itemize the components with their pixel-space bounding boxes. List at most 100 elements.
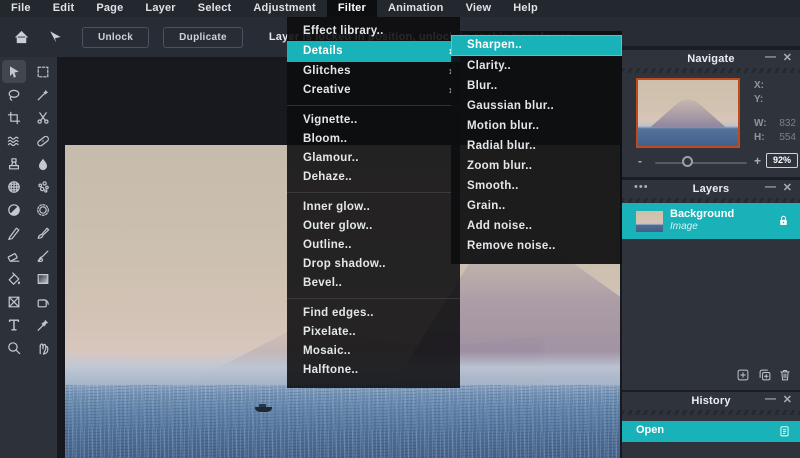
filter-item-glamour[interactable]: Glamour.. xyxy=(287,149,460,168)
navigate-thumbnail[interactable] xyxy=(636,78,740,148)
zoom-level-value[interactable]: 92% xyxy=(766,153,798,168)
tool-hand[interactable] xyxy=(31,336,55,359)
tool-temperature[interactable] xyxy=(31,198,55,221)
tool-liquify[interactable] xyxy=(2,129,26,152)
filter-item-effect-library[interactable]: Effect library.. xyxy=(287,22,460,41)
submenu-item-gaussian-blur[interactable]: Gaussian blur.. xyxy=(451,96,622,116)
tool-crop[interactable] xyxy=(2,106,26,129)
submenu-item-add-noise[interactable]: Add noise.. xyxy=(451,216,622,236)
home-icon[interactable] xyxy=(8,24,34,50)
history-entry-open[interactable]: Open xyxy=(622,421,800,442)
filter-item-pixelate[interactable]: Pixelate.. xyxy=(287,323,460,342)
pointer-icon[interactable] xyxy=(42,24,68,50)
filter-item-bloom[interactable]: Bloom.. xyxy=(287,130,460,149)
navigate-info: X: Y: W:832 H:554 xyxy=(754,80,796,146)
menu-help[interactable]: Help xyxy=(502,0,549,17)
minimize-icon[interactable]: — xyxy=(765,51,776,63)
menu-item-label: Glitches xyxy=(303,65,351,77)
tool-gradient[interactable] xyxy=(31,267,55,290)
zoom-in-button[interactable]: + xyxy=(754,154,761,168)
lasso-icon xyxy=(6,87,22,103)
filter-item-dehaze[interactable]: Dehaze.. xyxy=(287,168,460,187)
filter-item-mosaic[interactable]: Mosaic.. xyxy=(287,342,460,361)
tool-eraser[interactable] xyxy=(2,244,26,267)
tool-picker[interactable] xyxy=(31,313,55,336)
tool-text[interactable] xyxy=(2,313,26,336)
tool-blur[interactable] xyxy=(31,152,55,175)
layers-action-bar xyxy=(622,365,800,387)
eraser-icon xyxy=(6,248,22,264)
tool-disperse[interactable] xyxy=(31,175,55,198)
menu-edit[interactable]: Edit xyxy=(42,0,86,17)
zoom-slider-knob[interactable] xyxy=(682,156,693,167)
submenu-item-zoom-blur[interactable]: Zoom blur.. xyxy=(451,156,622,176)
tool-heal[interactable] xyxy=(31,129,55,152)
filter-item-find-edges[interactable]: Find edges.. xyxy=(287,304,460,323)
add-layer-icon[interactable] xyxy=(736,368,750,387)
tool-brush[interactable] xyxy=(31,244,55,267)
close-icon[interactable]: ✕ xyxy=(783,181,792,194)
filter-item-bevel[interactable]: Bevel.. xyxy=(287,274,460,293)
minimize-icon[interactable]: — xyxy=(765,393,776,405)
close-icon[interactable]: ✕ xyxy=(783,393,792,406)
eyedropper-icon xyxy=(35,317,51,333)
tool-arrange[interactable] xyxy=(2,60,26,83)
lock-icon[interactable] xyxy=(777,213,790,233)
tool-detail[interactable] xyxy=(2,175,26,198)
tool-lasso[interactable] xyxy=(2,83,26,106)
gradient-icon xyxy=(35,271,51,287)
filter-item-outer-glow[interactable]: Outer glow.. xyxy=(287,217,460,236)
zoom-slider-track[interactable] xyxy=(655,162,747,164)
filter-item-outline[interactable]: Outline.. xyxy=(287,236,460,255)
layer-row-background[interactable]: Background Image xyxy=(622,203,800,239)
filter-item-halftone[interactable]: Halftone.. xyxy=(287,361,460,380)
menu-page[interactable]: Page xyxy=(85,0,134,17)
menu-select[interactable]: Select xyxy=(187,0,243,17)
tool-dodge-burn[interactable] xyxy=(2,198,26,221)
submenu-item-remove-noise[interactable]: Remove noise.. xyxy=(451,236,622,256)
disperse-dots-icon xyxy=(35,179,51,195)
menu-layer[interactable]: Layer xyxy=(134,0,186,17)
filter-item-details[interactable]: Details › xyxy=(287,41,460,62)
filter-item-vignette[interactable]: Vignette.. xyxy=(287,111,460,130)
filter-item-drop-shadow[interactable]: Drop shadow.. xyxy=(287,255,460,274)
tool-wand[interactable] xyxy=(31,83,55,106)
submenu-item-smooth[interactable]: Smooth.. xyxy=(451,176,622,196)
duplicate-button[interactable]: Duplicate xyxy=(163,27,243,48)
tool-frame[interactable] xyxy=(2,290,26,313)
menu-filter[interactable]: Filter xyxy=(327,0,377,17)
zoom-out-button[interactable]: - xyxy=(638,154,642,168)
menu-view[interactable]: View xyxy=(455,0,503,17)
hand-icon xyxy=(35,340,51,356)
submenu-item-clarity[interactable]: Clarity.. xyxy=(451,56,622,76)
filter-item-glitches[interactable]: Glitches › xyxy=(287,62,460,81)
tool-cutout[interactable] xyxy=(31,106,55,129)
history-panel: History — ✕ Open xyxy=(622,392,800,458)
close-icon[interactable]: ✕ xyxy=(783,51,792,64)
submenu-item-radial-blur[interactable]: Radial blur.. xyxy=(451,136,622,156)
pixlr-app: Unlock Duplicate Layer is locked in posi… xyxy=(0,0,800,458)
tool-clone[interactable] xyxy=(2,152,26,175)
menu-file[interactable]: File xyxy=(0,0,42,17)
unlock-button[interactable]: Unlock xyxy=(82,27,149,48)
menu-adjustment[interactable]: Adjustment xyxy=(242,0,327,17)
tool-pen[interactable] xyxy=(2,221,26,244)
tool-shape[interactable] xyxy=(31,290,55,313)
delete-layer-icon[interactable] xyxy=(778,368,792,387)
submenu-item-sharpen[interactable]: Sharpen.. xyxy=(451,35,622,56)
minimize-icon[interactable]: — xyxy=(765,181,776,193)
submenu-item-grain[interactable]: Grain.. xyxy=(451,196,622,216)
more-options-icon[interactable]: ••• xyxy=(634,181,649,193)
submenu-item-blur[interactable]: Blur.. xyxy=(451,76,622,96)
tool-draw[interactable] xyxy=(31,221,55,244)
duplicate-layer-icon[interactable] xyxy=(758,368,772,387)
clone-stamp-icon xyxy=(6,156,22,172)
filter-item-inner-glow[interactable]: Inner glow.. xyxy=(287,198,460,217)
menu-animation[interactable]: Animation xyxy=(377,0,455,17)
filter-item-creative[interactable]: Creative › xyxy=(287,81,460,100)
panel-hatch-divider xyxy=(622,68,800,73)
tool-fill[interactable] xyxy=(2,267,26,290)
submenu-item-motion-blur[interactable]: Motion blur.. xyxy=(451,116,622,136)
tool-marquee[interactable] xyxy=(31,60,55,83)
tool-zoom[interactable] xyxy=(2,336,26,359)
